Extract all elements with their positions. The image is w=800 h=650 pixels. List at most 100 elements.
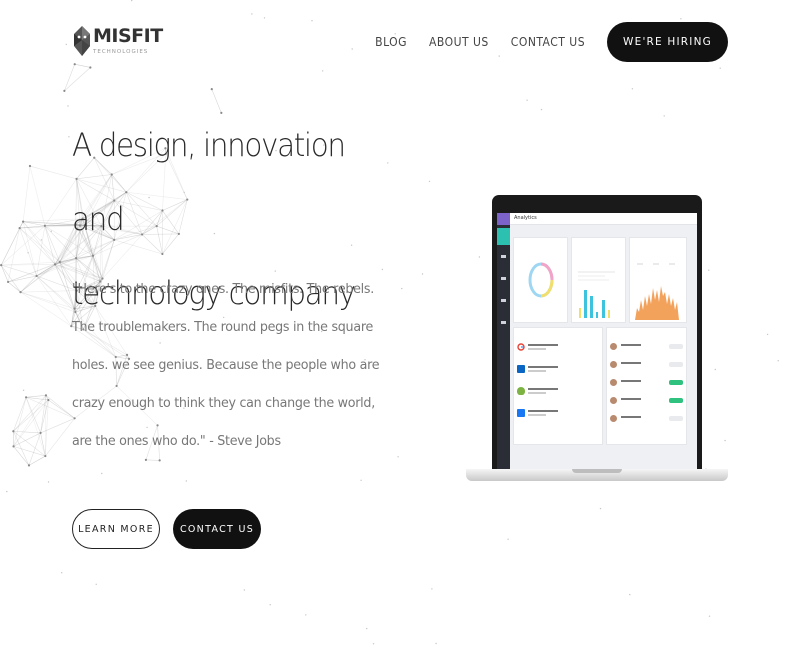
dust-dot — [22, 389, 25, 391]
sidebar-icon — [501, 299, 506, 302]
dust-dot — [305, 614, 307, 616]
list-item — [517, 408, 599, 422]
network-edge — [7, 264, 56, 283]
status-badge — [669, 344, 683, 349]
sidebar-icon — [501, 255, 506, 258]
avatar — [610, 343, 617, 350]
network-edge — [20, 275, 37, 293]
logo-icon — [74, 26, 90, 56]
laptop-lid: Analytics — [492, 195, 702, 469]
network-edge — [20, 290, 77, 293]
status-badge — [669, 416, 683, 421]
facebook-icon — [517, 409, 525, 417]
network-edge — [45, 395, 75, 419]
placeholder-line — [528, 370, 546, 372]
network-edge — [19, 227, 56, 265]
network-node — [25, 396, 28, 399]
network-node — [27, 464, 31, 467]
learn-more-button[interactable]: LEARN MORE — [72, 509, 160, 549]
placeholder-line — [621, 416, 641, 418]
avatar — [610, 397, 617, 404]
network-node — [44, 454, 47, 458]
laptop-notch — [572, 469, 622, 473]
network-node — [58, 260, 61, 264]
dashboard-title: Analytics — [514, 215, 537, 221]
donut-chart — [528, 262, 554, 298]
area-chart — [635, 263, 679, 320]
dust-dot — [631, 88, 634, 90]
dust-dot — [269, 604, 271, 606]
logo-wordmark: MISFIT — [93, 25, 163, 47]
dust-dot — [47, 481, 50, 483]
dust-dot — [507, 538, 509, 540]
network-edge — [28, 455, 46, 466]
network-node — [35, 274, 38, 278]
dashboard-sidebar — [497, 213, 510, 469]
dust-dot — [435, 642, 437, 645]
network-node — [0, 264, 3, 267]
placeholder-line — [528, 392, 546, 394]
network-edge — [29, 165, 77, 180]
network-node — [28, 164, 32, 168]
linkedin-icon — [517, 365, 525, 373]
nav-link-about-us[interactable]: ABOUT US — [429, 35, 489, 49]
sidebar-icon — [501, 277, 506, 280]
logo[interactable]: MISFIT TECHNOLOGIES — [72, 24, 163, 58]
network-node — [19, 291, 22, 294]
logo-tagline: TECHNOLOGIES — [93, 49, 149, 55]
network-edge — [20, 291, 75, 309]
nav-link-blog[interactable]: BLOG — [375, 35, 407, 49]
hero-title-line-1: A design, innovation and — [72, 126, 346, 238]
dust-dot — [766, 333, 769, 336]
placeholder-line — [528, 414, 546, 416]
donut-chart-card — [513, 237, 568, 323]
list-item — [610, 414, 683, 428]
dust-dot — [360, 479, 362, 481]
dust-dot — [101, 472, 103, 475]
placeholder-line — [621, 344, 641, 346]
network-node — [210, 88, 213, 91]
avatar — [610, 379, 617, 386]
network-edge — [13, 397, 27, 432]
network-node — [22, 220, 25, 223]
dust-dot — [372, 643, 375, 645]
dust-dot — [61, 572, 63, 574]
site-header: MISFIT TECHNOLOGIES BLOG ABOUT US CONTAC… — [0, 0, 800, 84]
network-edge — [1, 264, 37, 277]
network-edge — [22, 221, 61, 263]
hero-quote: "Here's to the crazy ones. The misfits. … — [72, 281, 380, 449]
dust-dot — [27, 252, 29, 254]
network-edge — [22, 221, 37, 277]
dashboard-active-nav — [497, 228, 510, 245]
dust-dot — [708, 615, 711, 617]
list-item — [610, 342, 683, 356]
network-node — [47, 398, 50, 402]
network-edge — [26, 395, 46, 398]
network-node — [53, 263, 57, 266]
google-icon — [517, 343, 525, 351]
dust-dot — [431, 588, 433, 590]
placeholder-line — [528, 348, 546, 350]
dust-dot — [663, 115, 665, 117]
laptop-mockup: Analytics — [466, 195, 728, 485]
placeholder-line — [621, 398, 641, 400]
network-edge — [13, 395, 47, 447]
status-badge — [669, 398, 683, 403]
status-badge — [669, 380, 683, 385]
bar-chart — [578, 271, 615, 318]
placeholder-line — [621, 362, 641, 364]
placeholder-line — [528, 366, 558, 368]
list-item — [610, 396, 683, 410]
social-list-card — [513, 327, 603, 445]
dust-dot — [95, 583, 97, 585]
placeholder-line — [621, 380, 641, 382]
network-edge — [45, 418, 75, 457]
dust-dot — [185, 480, 187, 482]
contact-us-button[interactable]: CONTACT US — [173, 509, 261, 549]
network-edge — [22, 165, 31, 222]
nav-link-contact-us[interactable]: CONTACT US — [511, 35, 585, 49]
hiring-button[interactable]: WE'RE HIRING — [607, 22, 728, 62]
network-edge — [20, 291, 72, 327]
dust-dot — [6, 490, 8, 493]
network-node — [44, 394, 48, 397]
